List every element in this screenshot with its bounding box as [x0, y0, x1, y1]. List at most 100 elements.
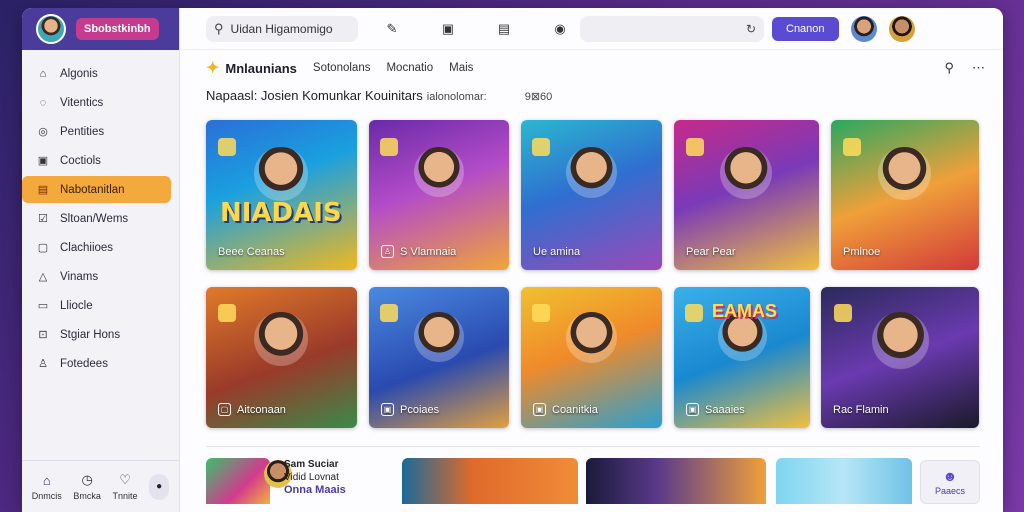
sidebar-item-8[interactable]: ▭ Lliocle	[28, 292, 171, 319]
sidebar-item-label: Vinams	[60, 270, 99, 283]
strip-tag[interactable]: Onna Maais	[284, 484, 346, 497]
card-caption: Pear Pear	[686, 246, 736, 258]
sidebar-header: Sbobstkinbh	[22, 8, 179, 50]
card-artwork	[566, 147, 617, 198]
messages-button[interactable]: ☻ Paaecs	[920, 460, 980, 504]
card-decoration	[843, 138, 861, 156]
card-caption: ♙ S Vlamnaia	[381, 245, 456, 258]
sidebar-item-3[interactable]: ▣ Coctiols	[28, 147, 171, 174]
chat-icon: ◌	[39, 96, 47, 109]
more-icon[interactable]: ⋯	[972, 60, 985, 76]
people-icon: ☻	[942, 468, 958, 484]
card-decoration	[380, 304, 398, 322]
card-label: Coanitkia	[552, 403, 598, 416]
sidebar-item-label: Nabotanitlan	[60, 183, 125, 196]
bottom-item-recent[interactable]: ◷ Bmcka	[73, 472, 101, 501]
content-card[interactable]: ▢ Aitconaan	[206, 287, 357, 428]
card-label: S Vlamnaia	[400, 245, 457, 258]
search-text: Uidan Higamomigo	[230, 21, 333, 36]
avatar[interactable]	[36, 14, 66, 44]
content-card[interactable]: ▣ Coanitkia	[521, 287, 662, 428]
folder-icon: ▤	[37, 184, 49, 196]
content-card[interactable]: Pmlnoe	[831, 120, 979, 270]
content-card[interactable]: ♙ S Vlamnaia	[369, 120, 509, 270]
search-icon[interactable]: ⚲	[944, 60, 954, 76]
square-icon[interactable]: ▣	[440, 21, 456, 37]
globe-icon[interactable]: ◉	[552, 21, 568, 37]
clipboard-icon[interactable]: ✎	[384, 21, 400, 37]
clock-icon: ◷	[81, 472, 93, 487]
bottom-item-favorites[interactable]: ♡ Tnnite	[113, 472, 138, 501]
card-caption: ▢ Aitconaan	[218, 403, 286, 416]
sidebar-item-10[interactable]: ♙ Fotedees	[28, 350, 171, 377]
user-avatar-secondary[interactable]	[888, 15, 915, 42]
content-card[interactable]: NIADAIS Beee Ceanas	[206, 120, 357, 270]
tab-link[interactable]: Mocnatio	[386, 62, 433, 74]
card-label: Pear Pear	[686, 246, 736, 258]
bottom-item-label: Bmcka	[73, 491, 101, 501]
card-cover-title: NIADAIS	[220, 198, 342, 228]
warning-icon: △	[38, 271, 48, 283]
brand-badge[interactable]: Sbobstkinbh	[76, 18, 159, 40]
card-artwork	[566, 312, 617, 363]
stats-icon: ⊡	[38, 329, 48, 341]
content-card[interactable]: Pear Pear	[674, 120, 819, 270]
content-card[interactable]: Rac Flamin	[821, 287, 979, 428]
sidebar-item-7[interactable]: △ Vinams	[28, 263, 171, 290]
card-caption: ▣ Coanitkia	[533, 403, 598, 416]
card-decoration	[532, 304, 550, 322]
card-caption: ▣ Saaaies	[686, 403, 745, 416]
bottom-item-label: Dnmcis	[31, 490, 62, 501]
tab-link[interactable]: Sotonolans	[313, 62, 371, 74]
headline-sub: ialonolomar:	[426, 91, 487, 103]
card-caption: Rac Flamin	[833, 404, 889, 416]
section-bar: ✦ Mnlaunians Sotonolans Mocnatio Mais ⚲ …	[180, 50, 1003, 86]
address-field[interactable]: ↻	[580, 15, 764, 42]
sidebar-item-label: Sltoan/Wems	[60, 212, 129, 225]
card-artwork	[872, 312, 929, 369]
card-label: Aitconaan	[237, 403, 286, 416]
sidebar-item-4[interactable]: ▤ Nabotanitlan	[22, 176, 171, 203]
card-decoration	[218, 304, 236, 322]
content-card[interactable]: ▣ Pcoiaes	[369, 287, 509, 428]
strip-name: Sam Suciar	[284, 459, 339, 470]
sidebar-item-6[interactable]: ▢ Clachiioes	[28, 234, 171, 261]
card-artwork	[720, 147, 772, 199]
divider	[206, 446, 980, 447]
card-label: Rac Flamin	[833, 404, 889, 416]
card-cover-badge: EAMAS	[712, 301, 778, 321]
grid-icon: ▢	[37, 242, 49, 254]
sidebar-item-label: Vitentics	[60, 96, 104, 109]
card-decoration	[686, 138, 704, 156]
strip-thumbnail[interactable]	[206, 458, 270, 504]
headline-count: 9⊠60	[524, 91, 553, 103]
strip-thumbnail[interactable]	[776, 458, 912, 504]
section-title: Mnlaunians	[225, 60, 297, 76]
tab-link[interactable]: Mais	[449, 62, 473, 74]
bottom-item-home[interactable]: ⌂ Dnmcis	[32, 473, 62, 501]
primary-button[interactable]: Cnanon	[772, 16, 839, 41]
bottom-item-label: Tnnite	[112, 491, 138, 501]
card-caption: Pmlnoe	[843, 246, 880, 258]
sidebar-item-9[interactable]: ⊡ Stgiar Hons	[28, 321, 171, 348]
card-caption: Beee Ceanas	[218, 246, 285, 258]
sidebar-item-1[interactable]: ◌ Vitentics	[28, 89, 171, 116]
card-artwork	[254, 147, 308, 201]
card-label: Beee Ceanas	[218, 246, 285, 258]
sidebar-item-label: Stgiar Hons	[60, 328, 121, 341]
sidebar-item-0[interactable]: ⌂ Algonis	[28, 60, 171, 87]
search-input[interactable]: ⚲ Uidan Higamomigo	[206, 15, 358, 42]
content-card[interactable]: Ue amina	[521, 120, 662, 270]
strip-thumbnail[interactable]	[402, 458, 578, 504]
sidebar-item-5[interactable]: ☑ Sltoan/Wems	[28, 205, 171, 232]
content-card[interactable]: EAMAS ▣ Saaaies	[674, 287, 810, 428]
user-avatar[interactable]	[850, 15, 877, 42]
tray-icon: ▭	[37, 300, 49, 312]
theme-toggle[interactable]: ●	[149, 473, 170, 500]
strip-thumbnail[interactable]	[586, 458, 766, 504]
card-label: Pcoiaes	[400, 403, 440, 416]
refresh-icon[interactable]: ↻	[746, 22, 756, 36]
sidebar-item-label: Fotedees	[60, 357, 108, 370]
sidebar-item-2[interactable]: ◎ Pentities	[28, 118, 171, 145]
lock-icon[interactable]: ▤	[496, 21, 512, 37]
